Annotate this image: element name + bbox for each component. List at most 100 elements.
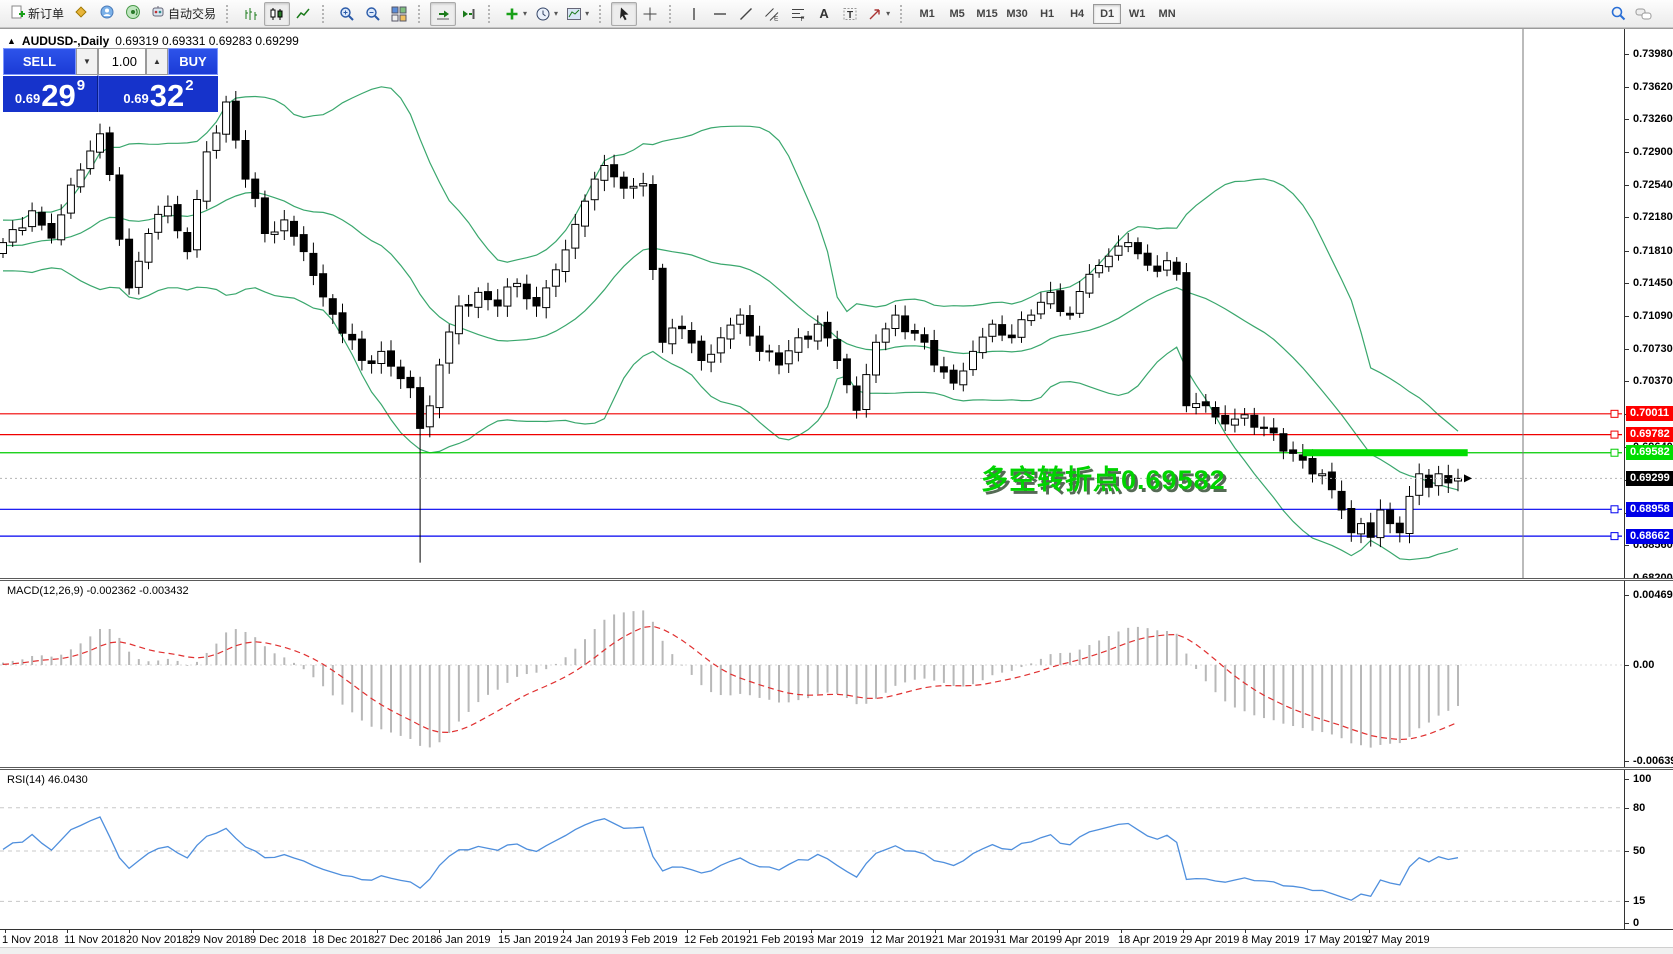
tile-windows-button[interactable] (386, 2, 412, 26)
macd-histogram-bar (60, 654, 63, 665)
price-badge: 0.68958 (1626, 502, 1673, 517)
auto-scroll-button[interactable] (430, 1, 457, 26)
tf-button-mn[interactable]: MN (1153, 4, 1181, 24)
bull-candle (551, 269, 560, 287)
bear-candle (406, 376, 415, 389)
fibonacci-tool[interactable]: F (785, 2, 811, 26)
autotrading-label: 自动交易 (168, 7, 217, 21)
new-order-button[interactable]: 新订单 (6, 2, 68, 26)
candlestick-chart-button[interactable] (264, 1, 291, 26)
main-chart[interactable] (0, 28, 1624, 580)
community-button[interactable] (94, 2, 120, 26)
rsi-line (2, 816, 1459, 901)
bull-candle (0, 242, 7, 255)
price-axis[interactable]: 0.73980 0.73620 0.73260 0.72900 0.72540 0.721… (1624, 28, 1673, 929)
line-endpoint-marker[interactable] (1610, 505, 1619, 514)
crosshair-button[interactable] (637, 2, 663, 26)
macd-histogram-bar (1020, 665, 1023, 668)
chart-annotation-text[interactable]: 多空转折点0.69582 (981, 458, 1226, 497)
date-tick-mark (315, 930, 316, 933)
macd-histogram-bar (535, 665, 538, 673)
volume-decrease-button[interactable]: ▼ (76, 48, 98, 75)
bull-candle (600, 165, 609, 181)
date-tick-mark (687, 930, 688, 933)
macd-histogram-bar (894, 665, 897, 686)
axis-tick-mark (1624, 152, 1629, 153)
equidistant-channel-tool[interactable]: E (759, 2, 785, 26)
macd-pane[interactable] (0, 582, 1624, 769)
bear-candle (47, 223, 56, 239)
rsi-pane[interactable] (0, 771, 1624, 929)
sell-button[interactable]: SELL (3, 48, 76, 75)
tf-button-m1[interactable]: M1 (913, 4, 941, 24)
cursor-button[interactable] (611, 1, 638, 26)
tile-windows-icon (391, 6, 407, 21)
sell-price-display[interactable]: 0.69 29 9 (3, 75, 98, 112)
zoom-out-button[interactable] (360, 2, 386, 26)
line-chart-button[interactable] (290, 2, 316, 26)
line-endpoint-marker[interactable] (1610, 430, 1619, 439)
trendline-tool[interactable] (733, 2, 759, 26)
zoom-in-button[interactable] (334, 2, 360, 26)
templates-button[interactable]: ▾ (562, 2, 593, 26)
macd-histogram-bar (157, 660, 160, 665)
macd-histogram-bar (1127, 627, 1130, 665)
search-button[interactable] (1605, 2, 1631, 26)
favorites-button[interactable] (68, 2, 94, 26)
macd-histogram-bar (651, 621, 654, 665)
buy-button[interactable]: BUY (168, 48, 218, 75)
bull-candle (736, 314, 745, 325)
tf-button-m5[interactable]: M5 (943, 4, 971, 24)
autotrading-button[interactable]: 自动交易 (146, 2, 220, 26)
buy-price-display[interactable]: 0.69 32 2 (98, 75, 218, 112)
macd-histogram-bar (1272, 665, 1275, 721)
horizontal-line-tool[interactable] (707, 2, 733, 26)
line-endpoint-marker[interactable] (1610, 409, 1619, 418)
indicators-icon (506, 8, 518, 19)
macd-histogram-bar (1117, 631, 1120, 665)
tf-button-m30[interactable]: M30 (1003, 4, 1031, 24)
text-label-tool[interactable]: T (837, 2, 863, 26)
text-tool[interactable]: A (811, 2, 837, 26)
line-endpoint-marker[interactable] (1610, 448, 1619, 457)
pane-separator[interactable] (0, 578, 1673, 581)
bull-candle (57, 214, 66, 241)
date-axis[interactable]: 1 Nov 2018 11 Nov 2018 20 Nov 2018 29 Nov 2… (0, 929, 1673, 947)
highlight-trendline-segment[interactable] (1302, 449, 1468, 457)
macd-histogram-bar (729, 665, 732, 696)
bear-candle (697, 340, 706, 362)
vertical-line-tool[interactable] (681, 2, 707, 26)
arrows-tool[interactable]: ▾ (863, 2, 894, 26)
indicators-button[interactable]: ▾ (500, 2, 531, 26)
bull-candle (503, 286, 512, 307)
date-tick-mark (1245, 930, 1246, 933)
bear-candle (1153, 265, 1162, 272)
tf-button-h4[interactable]: H4 (1063, 4, 1091, 24)
tf-button-m15[interactable]: M15 (973, 4, 1001, 24)
volume-input[interactable]: 1.00 (98, 48, 146, 75)
date-label: 20 Nov 2018 (126, 934, 189, 946)
tf-button-d1[interactable]: D1 (1093, 3, 1122, 24)
collapse-triangle-icon[interactable]: ▲ (7, 36, 16, 46)
pane-separator[interactable] (0, 767, 1673, 770)
chart-shift-button[interactable] (456, 2, 482, 26)
chat-button[interactable] (1631, 2, 1657, 26)
volume-increase-button[interactable]: ▲ (146, 48, 168, 75)
tf-button-w1[interactable]: W1 (1123, 4, 1151, 24)
bear-candle (348, 333, 357, 341)
bar-chart-button[interactable] (238, 2, 264, 26)
macd-histogram-bar (31, 655, 34, 665)
tf-button-h1[interactable]: H1 (1033, 4, 1061, 24)
macd-histogram-bar (807, 665, 810, 699)
bear-candle (619, 176, 628, 189)
macd-histogram-bar (739, 665, 742, 694)
bull-candle (28, 210, 37, 228)
bear-candle (522, 283, 531, 300)
bear-candle (678, 325, 686, 330)
axis-tick-mark (1624, 251, 1629, 252)
line-endpoint-marker[interactable] (1610, 532, 1619, 541)
signals-button[interactable] (120, 2, 146, 26)
autotrading-icon (150, 4, 166, 23)
periods-button[interactable]: ▾ (531, 2, 562, 26)
bear-candle (1269, 427, 1278, 434)
